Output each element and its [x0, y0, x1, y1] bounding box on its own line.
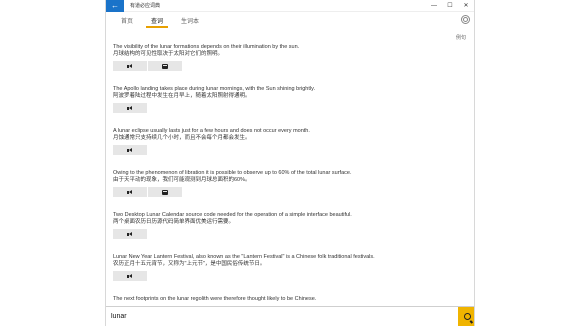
- example-english: The Apollo landing takes place during lu…: [113, 86, 315, 92]
- search-bar: [106, 306, 474, 326]
- example-english: A lunar eclipse usually lasts just for a…: [113, 128, 310, 134]
- play-audio-button[interactable]: [113, 61, 147, 71]
- search-icon: [463, 313, 471, 320]
- example-chinese: 月球结构的可见性取决于太阳对它们的照明。: [113, 51, 224, 57]
- close-button[interactable]: ✕: [458, 0, 474, 12]
- back-arrow-icon: ←: [111, 0, 119, 10]
- example-chinese: 月蚀通常只支持续几个小时，而且不会每个月都会发生。: [113, 135, 251, 141]
- maximize-button[interactable]: ☐: [442, 0, 458, 12]
- speaker-icon: [127, 273, 133, 279]
- play-audio-button[interactable]: [113, 229, 147, 239]
- speaker-icon: [127, 189, 133, 195]
- speaker-icon: [127, 231, 133, 237]
- minimize-button[interactable]: —: [426, 0, 442, 12]
- example-entry: The visibility of the lunar formations d…: [113, 44, 453, 71]
- example-chinese: 两个桌面农历日历源代码简单界面优美运行需要。: [113, 219, 235, 225]
- example-english: Owing to the phenomenon of libration it …: [113, 170, 352, 176]
- tab-lookup[interactable]: 查词: [144, 16, 170, 28]
- add-to-vocabulary-button[interactable]: [148, 61, 182, 71]
- app-title: 有道必应词典: [130, 3, 161, 9]
- add-to-vocabulary-button[interactable]: [148, 187, 182, 197]
- example-entry: Two Desktop Lunar Calendar source code n…: [113, 212, 453, 239]
- speaker-icon: [127, 63, 133, 69]
- book-icon: [162, 63, 168, 69]
- example-chinese: 由于天平动的现象，我们可能观测到月球总面积的60%。: [113, 177, 251, 183]
- search-input[interactable]: [106, 307, 458, 326]
- tab-bar: 首页 查词 生词本: [106, 12, 474, 28]
- desktop-right: [475, 0, 580, 326]
- play-audio-button[interactable]: [113, 271, 147, 281]
- speaker-icon: [127, 147, 133, 153]
- tab-vocabulary[interactable]: 生词本: [174, 16, 206, 28]
- example-entry: Lunar New Year Lantern Festival, also kn…: [113, 254, 453, 281]
- example-entry: The Apollo landing takes place during lu…: [113, 86, 453, 113]
- book-icon: [162, 189, 168, 195]
- example-entry: The next footprints on the lunar regolit…: [113, 296, 453, 303]
- app-window: ← 有道必应词典 — ☐ ✕ 首页 查词 生词本 例句 The visibili…: [105, 0, 475, 326]
- play-audio-button[interactable]: [113, 145, 147, 155]
- title-bar: ← 有道必应词典 — ☐ ✕: [106, 0, 474, 12]
- example-chinese: 农历正月十五元宵节，又称为"上元节"，是中国民俗传统节日。: [113, 261, 266, 267]
- tab-home[interactable]: 首页: [114, 16, 140, 28]
- example-english: Lunar New Year Lantern Festival, also kn…: [113, 254, 375, 260]
- examples-list: 例句 The visibility of the lunar formation…: [106, 30, 474, 306]
- examples-label: 例句: [455, 35, 466, 41]
- search-button[interactable]: [458, 307, 474, 326]
- play-audio-button[interactable]: [113, 187, 147, 197]
- example-english: The next footprints on the lunar regolit…: [113, 296, 317, 302]
- speaker-icon: [127, 105, 133, 111]
- example-chinese: 阿波罗着陆过程中发生在月早上，随着太阳照射得通明。: [113, 93, 251, 99]
- settings-gear-icon[interactable]: [461, 15, 470, 24]
- example-entry: A lunar eclipse usually lasts just for a…: [113, 128, 453, 155]
- example-english: Two Desktop Lunar Calendar source code n…: [113, 212, 352, 218]
- play-audio-button[interactable]: [113, 103, 147, 113]
- example-english: The visibility of the lunar formations d…: [113, 44, 300, 50]
- back-button[interactable]: ←: [106, 0, 124, 12]
- example-entry: Owing to the phenomenon of libration it …: [113, 170, 453, 197]
- desktop-left: [0, 0, 105, 326]
